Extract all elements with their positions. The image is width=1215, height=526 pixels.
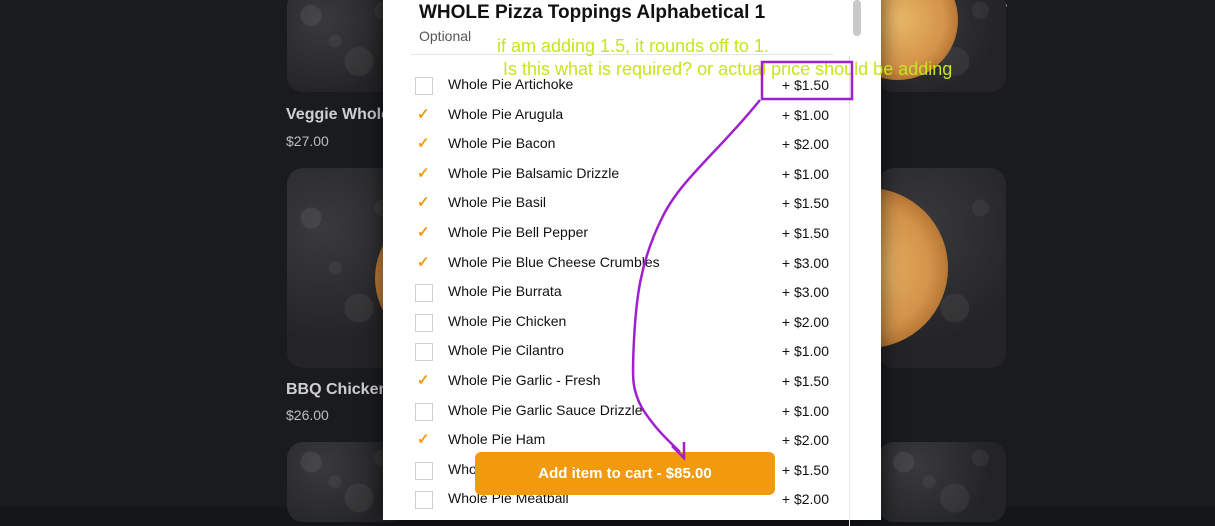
annotation-arrow xyxy=(631,99,761,453)
highlight-box xyxy=(760,60,854,101)
annotation-drawing xyxy=(631,60,854,462)
